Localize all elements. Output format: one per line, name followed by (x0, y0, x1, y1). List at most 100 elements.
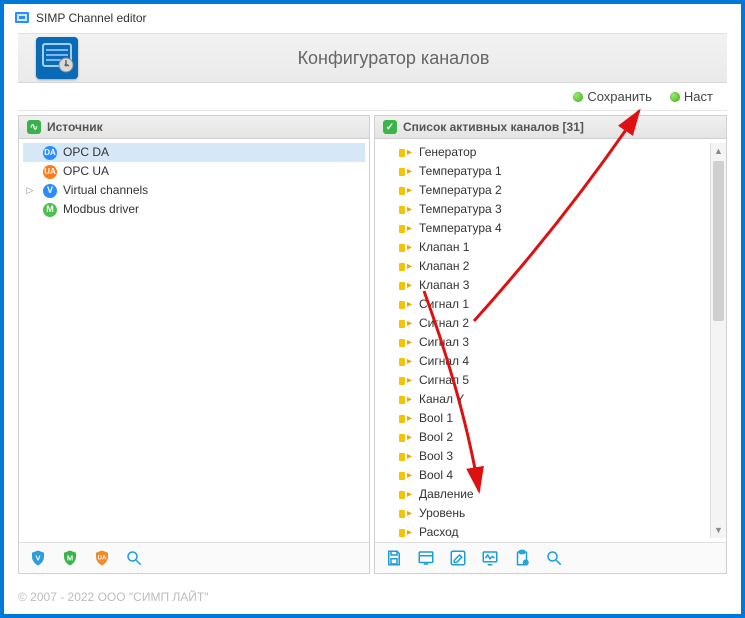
channel-label: Уровень (419, 505, 465, 522)
channel-tag-icon: ▸ (399, 148, 413, 158)
channel-item[interactable]: ▸Клапан 1 (379, 238, 706, 257)
channel-label: Bool 3 (419, 448, 453, 465)
header-title: Конфигуратор каналов (78, 48, 709, 69)
scroll-down-icon[interactable]: ▼ (711, 522, 726, 538)
save-button[interactable]: Сохранить (573, 89, 652, 104)
channel-label: Сигнал 4 (419, 353, 469, 370)
channel-item[interactable]: ▸ Клапан 2 (379, 257, 706, 276)
shield-v-icon[interactable]: V (27, 547, 49, 569)
scroll-up-icon[interactable]: ▲ (711, 143, 726, 159)
channel-tag-icon: ▸ (399, 414, 413, 424)
save-disk-icon[interactable] (383, 547, 405, 569)
channel-label: Генератор (419, 144, 476, 161)
channel-item[interactable]: ▸Температура 1 (379, 162, 706, 181)
channel-item[interactable]: ▸ Температура 4 (379, 219, 706, 238)
channel-item[interactable]: ▸ Bool 4 (379, 466, 706, 485)
channel-label: Клапан 3 (419, 277, 469, 294)
channel-item[interactable]: ▸ Температура 3 (379, 200, 706, 219)
channel-item[interactable]: ▸ Уровень (379, 504, 706, 523)
channel-label: Сигнал 5 (419, 372, 469, 389)
scrollbar[interactable]: ▲ ▼ (710, 143, 726, 538)
tree-item[interactable]: DAOPC DA (23, 143, 365, 162)
channel-label: Канал Y (419, 391, 464, 408)
channel-tag-icon: ▸ (399, 262, 413, 272)
channel-item[interactable]: ▸ Bool 1 (379, 409, 706, 428)
channel-label: Температура 3 (419, 201, 502, 218)
expand-caret-icon[interactable]: ▷ (25, 182, 35, 199)
channel-tag-icon: ▸ (399, 186, 413, 196)
m-badge-icon: M (43, 203, 57, 217)
channel-tag-icon: ▸ (399, 490, 413, 500)
channel-item[interactable]: ▸ Сигнал 1 (379, 295, 706, 314)
main-area: ∿ Источник DAOPC DA UA OPC UA▷VVirtual cha… (4, 111, 741, 578)
channel-tag-icon: ▸ (399, 395, 413, 405)
ua-badge-icon: UA (43, 165, 57, 179)
channels-panel-header: ✓ Список активных каналов [31] (375, 116, 726, 139)
source-panel-header: ∿ Источник (19, 116, 369, 139)
source-panel: ∿ Источник DAOPC DA UA OPC UA▷VVirtual cha… (18, 115, 370, 574)
settings-button[interactable]: Наст (670, 89, 713, 104)
properties-icon[interactable] (415, 547, 437, 569)
edit-icon[interactable] (447, 547, 469, 569)
source-tree[interactable]: DAOPC DA UA OPC UA▷VVirtual channelsMModbu… (19, 139, 369, 542)
channel-tag-icon: ▸ (399, 300, 413, 310)
channel-label: Bool 4 (419, 467, 453, 484)
tree-item[interactable]: UA OPC UA (23, 162, 365, 181)
channels-list[interactable]: ▸Генератор▸Температура 1▸Температура 2▸Т… (375, 143, 710, 538)
clipboard-icon[interactable] (511, 547, 533, 569)
monitor-icon[interactable] (479, 547, 501, 569)
channel-tag-icon: ▸ (399, 509, 413, 519)
svg-text:UA: UA (98, 556, 107, 562)
channel-item[interactable]: ▸ Расход (379, 523, 706, 538)
channel-label: Клапан 1 (419, 239, 469, 256)
channel-item[interactable]: ▸ Температура 2 (379, 181, 706, 200)
channel-tag-icon: ▸ (399, 338, 413, 348)
channels-panel-title: Список активных каналов [31] (403, 120, 584, 134)
green-indicator-icon (670, 92, 680, 102)
channel-item[interactable]: ▸Клапан 3 (379, 276, 706, 295)
channel-tag-icon: ▸ (399, 528, 413, 538)
tree-item[interactable]: MModbus driver (23, 200, 365, 219)
channel-item[interactable]: ▸ Сигнал 3 (379, 333, 706, 352)
save-label: Сохранить (587, 89, 652, 104)
channel-label: Сигнал 3 (419, 334, 469, 351)
tree-item-label: OPC UA (63, 163, 109, 180)
search-icon[interactable] (123, 547, 145, 569)
header: Конфигуратор каналов (18, 33, 727, 83)
channel-label: Температура 2 (419, 182, 502, 199)
green-indicator-icon (573, 92, 583, 102)
channel-tag-icon: ▸ (399, 471, 413, 481)
scroll-thumb[interactable] (713, 161, 724, 321)
tree-item[interactable]: ▷VVirtual channels (23, 181, 365, 200)
channel-item[interactable]: ▸ Генератор (379, 143, 706, 162)
app-icon (14, 10, 30, 26)
channel-item[interactable]: ▸ Давление (379, 485, 706, 504)
channel-label: Температура 4 (419, 220, 502, 237)
channel-item[interactable]: ▸Bool 2 (379, 428, 706, 447)
channel-label: Клапан 2 (419, 258, 469, 275)
shield-ua-icon[interactable]: UA (91, 547, 113, 569)
channel-label: Bool 1 (419, 410, 453, 427)
window-titlebar: SIMP Channel editor (4, 4, 741, 33)
channel-label: Сигнал 1 (419, 296, 469, 313)
channel-tag-icon: ▸ (399, 224, 413, 234)
channel-tag-icon: ▸ (399, 357, 413, 367)
source-header-icon: ∿ (27, 120, 41, 134)
channel-item[interactable]: ▸ Сигнал 4 (379, 352, 706, 371)
channel-item[interactable]: ▸Bool 3 (379, 447, 706, 466)
shield-m-icon[interactable]: M (59, 547, 81, 569)
channels-panel: ✓ Список активных каналов [31] ▸ Генерато… (374, 115, 727, 574)
channel-label: Температура 1 (419, 163, 502, 180)
footer-copyright: © 2007 - 2022 ООО "СИМП ЛАЙТ" (4, 578, 741, 614)
channel-label: Давление (419, 486, 474, 503)
channel-item[interactable]: ▸ Канал Y (379, 390, 706, 409)
channel-label: Расход (419, 524, 459, 538)
check-icon: ✓ (383, 120, 397, 134)
search-icon[interactable] (543, 547, 565, 569)
channel-item[interactable]: ▸Сигнал 5 (379, 371, 706, 390)
channel-tag-icon: ▸ (399, 205, 413, 215)
da-badge-icon: DA (43, 146, 57, 160)
channel-item[interactable]: ▸Сигнал 2 (379, 314, 706, 333)
settings-label: Наст (684, 89, 713, 104)
channel-tag-icon: ▸ (399, 319, 413, 329)
